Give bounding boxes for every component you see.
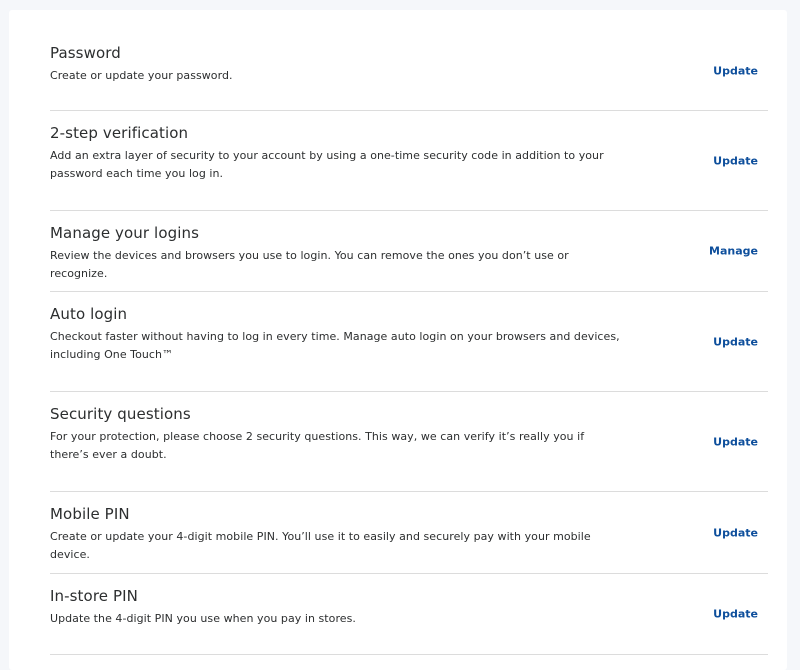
setting-row-security-questions: Security questions For your protection, … (50, 392, 768, 492)
setting-description: Update the 4-digit PIN you use when you … (50, 612, 356, 625)
setting-title: In-store PIN (50, 587, 138, 605)
security-questions-update-link[interactable]: Update (713, 435, 758, 448)
security-settings-card: Password Create or update your password.… (9, 10, 787, 670)
setting-title: Auto login (50, 305, 128, 323)
setting-description: Create or update your 4-digit mobile PIN… (50, 530, 591, 561)
setting-title: 2-step verification (50, 124, 189, 142)
setting-row-mobile-pin: Mobile PIN Create or update your 4-digit… (50, 492, 768, 574)
manage-logins-link[interactable]: Manage (709, 245, 758, 258)
setting-row-2-step-verification: 2-step verification Add an extra layer o… (50, 111, 768, 211)
setting-title: Security questions (50, 405, 191, 423)
setting-description: Create or update your password. (50, 69, 233, 82)
setting-row-password: Password Create or update your password.… (50, 31, 768, 111)
setting-row-auto-login: Auto login Checkout faster without havin… (50, 292, 768, 392)
setting-description: Review the devices and browsers you use … (50, 249, 569, 280)
setting-title: Password (50, 44, 121, 62)
setting-row-manage-logins: Manage your logins Review the devices an… (50, 211, 768, 292)
setting-title: Manage your logins (50, 224, 200, 242)
setting-description: Checkout faster without having to log in… (50, 330, 620, 361)
setting-description: Add an extra layer of security to your a… (50, 149, 604, 180)
mobile-pin-update-link[interactable]: Update (713, 526, 758, 539)
2-step-verification-update-link[interactable]: Update (713, 154, 758, 167)
in-store-pin-update-link[interactable]: Update (713, 608, 758, 621)
setting-title: Mobile PIN (50, 505, 130, 523)
security-settings-list: Password Create or update your password.… (50, 31, 768, 655)
password-update-link[interactable]: Update (713, 64, 758, 77)
auto-login-update-link[interactable]: Update (713, 335, 758, 348)
setting-row-in-store-pin: In-store PIN Update the 4-digit PIN you … (50, 574, 768, 655)
setting-description: For your protection, please choose 2 sec… (50, 430, 585, 461)
